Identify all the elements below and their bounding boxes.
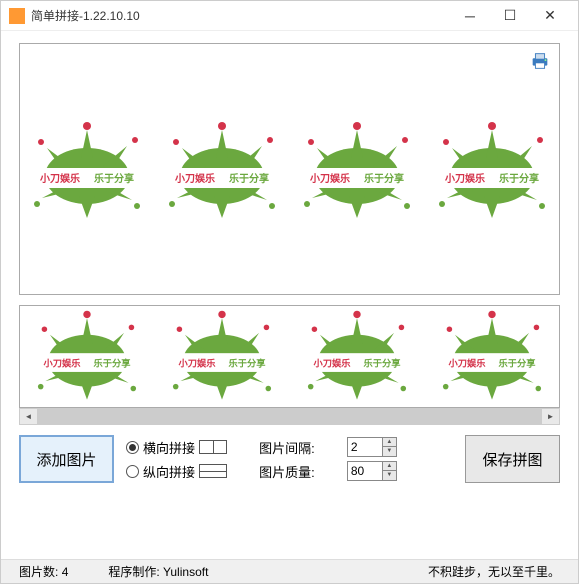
author-label: 程序制作: Yulinsoft — [108, 563, 208, 580]
close-button[interactable]: ✕ — [530, 2, 570, 30]
scroll-left-button[interactable]: ◄ — [20, 409, 37, 424]
spin-up-icon[interactable]: ▲ — [382, 438, 396, 447]
thumbnail-scrollbar[interactable]: ◄ ► — [19, 408, 560, 425]
svg-text:小刀娱乐: 小刀娱乐 — [447, 357, 486, 368]
motto-label: 不积跬步，无以至千里。 — [428, 563, 560, 580]
maximize-button[interactable]: ☐ — [490, 2, 530, 30]
thumbnail-row: 小刀娱乐 乐于分享 小刀娱乐 乐于分享 小刀娱乐 乐于分享 小刀娱乐 乐于分享 — [20, 306, 559, 407]
spacing-label: 图片间隔: — [259, 438, 339, 457]
vertical-radio[interactable]: 纵向拼接 — [126, 462, 251, 481]
svg-text:乐于分享: 乐于分享 — [498, 357, 535, 368]
svg-text:乐于分享: 乐于分享 — [499, 172, 539, 185]
svg-text:小刀娱乐: 小刀娱乐 — [174, 172, 215, 185]
scroll-right-button[interactable]: ► — [542, 409, 559, 424]
titlebar: 简单拼接-1.22.10.10 ─ ☐ ✕ — [1, 1, 578, 31]
vertical-label: 纵向拼接 — [143, 462, 195, 481]
horizontal-radio[interactable]: 横向拼接 — [126, 438, 251, 457]
thumbnail-panel: 小刀娱乐 乐于分享 小刀娱乐 乐于分享 小刀娱乐 乐于分享 小刀娱乐 乐于分享 ◄ ► — [19, 305, 560, 425]
preview-image: 小刀娱乐 乐于分享 — [432, 118, 552, 226]
vertical-icon — [199, 464, 227, 478]
scroll-track[interactable] — [37, 409, 542, 424]
svg-text:乐于分享: 乐于分享 — [363, 357, 400, 368]
svg-text:小刀娱乐: 小刀娱乐 — [178, 357, 217, 368]
preview-image: 小刀娱乐 乐于分享 — [27, 118, 147, 226]
radio-icon — [126, 441, 139, 454]
svg-text:小刀娱乐: 小刀娱乐 — [312, 357, 351, 368]
thumbnail-image[interactable]: 小刀娱乐 乐于分享 — [157, 307, 287, 407]
radio-icon — [126, 465, 139, 478]
thumbnail-image[interactable]: 小刀娱乐 乐于分享 — [292, 307, 422, 407]
thumbnail-image[interactable]: 小刀娱乐 乐于分享 — [22, 307, 152, 407]
window-title: 简单拼接-1.22.10.10 — [31, 7, 450, 24]
main-preview: 小刀娱乐 乐于分享 小刀娱乐 乐于分享 小刀娱乐 乐于分享 小刀娱乐 乐于分享 — [19, 43, 560, 295]
svg-text:乐于分享: 乐于分享 — [229, 357, 266, 368]
thumbnail-image[interactable]: 小刀娱乐 乐于分享 — [427, 307, 557, 407]
spin-down-icon[interactable]: ▼ — [382, 471, 396, 480]
add-image-button[interactable]: 添加图片 — [19, 435, 114, 483]
svg-text:小刀娱乐: 小刀娱乐 — [309, 172, 350, 185]
image-count: 图片数: 4 — [19, 563, 68, 580]
controls-row: 添加图片 横向拼接 图片间隔: ▲▼ 纵向拼接 图片质量: ▲▼ — [19, 435, 560, 483]
preview-image: 小刀娱乐 乐于分享 — [297, 118, 417, 226]
content-area: 小刀娱乐乐于分享 小刀娱乐乐于分享 小刀娱乐乐于分享 小刀娱乐乐于分享 小刀娱乐… — [1, 31, 578, 559]
spacing-input[interactable] — [348, 440, 382, 454]
svg-text:乐于分享: 乐于分享 — [364, 172, 404, 185]
horizontal-label: 横向拼接 — [143, 438, 195, 457]
svg-text:乐于分享: 乐于分享 — [94, 172, 134, 185]
spin-down-icon[interactable]: ▼ — [382, 447, 396, 456]
preview-image: 小刀娱乐 乐于分享 — [162, 118, 282, 226]
svg-text:乐于分享: 乐于分享 — [229, 172, 269, 185]
scroll-thumb[interactable] — [37, 409, 542, 424]
svg-text:乐于分享: 乐于分享 — [94, 357, 131, 368]
minimize-button[interactable]: ─ — [450, 2, 490, 30]
horizontal-icon — [199, 440, 227, 454]
quality-label: 图片质量: — [259, 462, 339, 481]
save-button[interactable]: 保存拼图 — [465, 435, 560, 483]
svg-text:小刀娱乐: 小刀娱乐 — [444, 172, 485, 185]
quality-spinner[interactable]: ▲▼ — [347, 461, 397, 481]
thumbnail-strip: 小刀娱乐 乐于分享 小刀娱乐 乐于分享 小刀娱乐 乐于分享 小刀娱乐 乐于分享 — [19, 305, 560, 408]
svg-text:小刀娱乐: 小刀娱乐 — [43, 357, 82, 368]
spacing-spinner[interactable]: ▲▼ — [347, 437, 397, 457]
preview-image-row: 小刀娱乐 乐于分享 小刀娱乐 乐于分享 小刀娱乐 乐于分享 小刀娱乐 乐于分享 — [20, 99, 559, 244]
statusbar: 图片数: 4 程序制作: Yulinsoft 不积跬步，无以至千里。 — [1, 559, 578, 583]
options-group: 横向拼接 图片间隔: ▲▼ 纵向拼接 图片质量: ▲▼ — [126, 435, 453, 483]
app-icon — [9, 8, 25, 24]
svg-text:小刀娱乐: 小刀娱乐 — [39, 172, 80, 185]
print-icon[interactable] — [529, 50, 551, 72]
spin-up-icon[interactable]: ▲ — [382, 462, 396, 471]
quality-input[interactable] — [348, 464, 382, 478]
